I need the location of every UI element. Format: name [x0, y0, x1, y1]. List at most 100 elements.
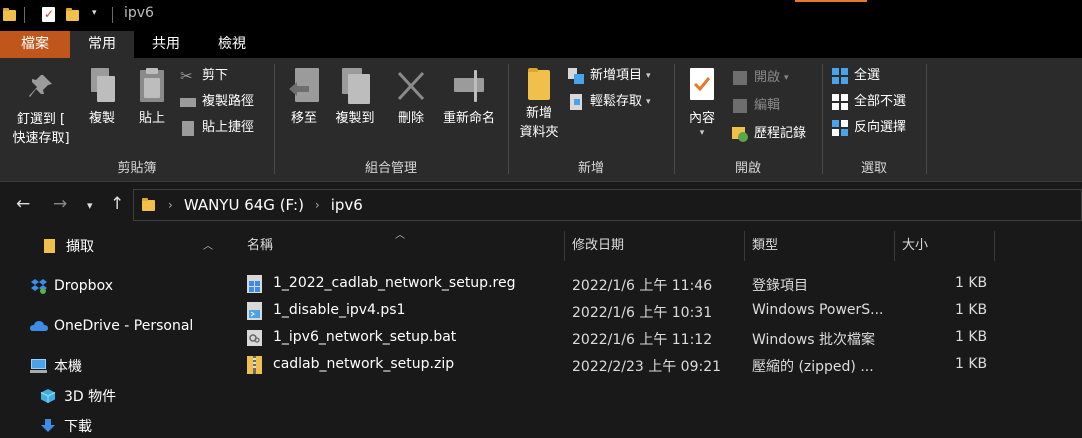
- download-icon: [40, 418, 56, 434]
- tab-share[interactable]: 共用: [134, 31, 198, 58]
- column-header-type[interactable]: 類型: [752, 235, 892, 261]
- file-name[interactable]: 1_disable_ipv4.ps1: [273, 302, 405, 318]
- open-button[interactable]: 開啟 ▾: [732, 67, 789, 89]
- copy-to-button[interactable]: 複製到: [330, 68, 380, 128]
- move-to-button[interactable]: 移至: [284, 68, 324, 128]
- file-name[interactable]: cadlab_network_setup.zip: [273, 356, 454, 372]
- breadcrumb-chevron-icon[interactable]: ›: [168, 198, 173, 212]
- group-label-select: 選取: [860, 161, 887, 176]
- paste-button[interactable]: 貼上: [130, 68, 174, 128]
- file-type: Windows PowerS...: [752, 302, 884, 318]
- column-header-date[interactable]: 修改日期: [572, 235, 742, 261]
- pin-label-line1: 釘選到 [: [16, 112, 66, 127]
- customize-qat-icon[interactable]: ▾: [92, 8, 97, 18]
- file-size: 1 KB: [955, 275, 988, 291]
- computer-icon: [30, 358, 47, 374]
- nav-item-capture[interactable]: 擷取: [42, 233, 94, 259]
- nav-item-label: 本機: [54, 359, 82, 375]
- new-folder-qat-icon[interactable]: [66, 6, 79, 24]
- nav-item-onedrive[interactable]: OneDrive - Personal: [30, 313, 193, 339]
- group-divider: [926, 64, 927, 174]
- properties-button[interactable]: 內容 ▾: [680, 68, 724, 138]
- copy-to-label: 複製到: [335, 111, 375, 126]
- file-size: 1 KB: [955, 329, 988, 345]
- easy-access-icon: [568, 94, 584, 110]
- file-name[interactable]: 1_2022_cadlab_network_setup.reg: [273, 275, 515, 291]
- nav-item-dropbox[interactable]: Dropbox: [30, 273, 113, 299]
- file-date: 2022/2/23 上午 09:21: [572, 359, 722, 375]
- new-folder-label-line2: 資料夾: [519, 125, 559, 140]
- collapse-chevron-icon[interactable]: ︿: [203, 237, 213, 252]
- copy-to-icon: [340, 68, 370, 104]
- paste-shortcut-label: 貼上捷徑: [202, 120, 255, 135]
- edit-label: 編輯: [754, 98, 781, 113]
- select-all-label: 全選: [854, 68, 881, 83]
- chevron-down-icon: ▾: [784, 73, 789, 83]
- properties-qat-icon[interactable]: ✓: [42, 7, 55, 22]
- file-row[interactable]: cadlab_network_setup.zip 2022/2/23 上午 09…: [243, 352, 1003, 378]
- file-size: 1 KB: [955, 356, 988, 372]
- select-none-icon: [832, 94, 848, 110]
- copy-button[interactable]: 複製: [80, 68, 124, 128]
- file-row[interactable]: 1_disable_ipv4.ps1 2022/1/6 上午 10:31 Win…: [243, 298, 1003, 324]
- easy-access-button[interactable]: 輕鬆存取 ▾: [568, 91, 651, 113]
- invert-selection-button[interactable]: 反向選擇: [832, 117, 906, 139]
- qat-divider: [24, 7, 25, 23]
- nav-item-3d-objects[interactable]: 3D 物件: [40, 383, 116, 409]
- select-all-button[interactable]: 全選: [832, 65, 880, 87]
- paste-shortcut-button[interactable]: 貼上捷徑: [180, 117, 254, 139]
- tab-home[interactable]: 常用: [70, 31, 134, 58]
- file-row[interactable]: 1_ipv6_network_setup.bat 2022/1/6 上午 11:…: [243, 325, 1003, 351]
- file-row[interactable]: 1_2022_cadlab_network_setup.reg 2022/1/6…: [243, 271, 1003, 297]
- pin-quick-access-button[interactable]: 釘選到 [ 快速存取]: [6, 72, 76, 148]
- select-none-button[interactable]: 全部不選: [832, 91, 906, 113]
- delete-button[interactable]: 刪除: [390, 68, 432, 128]
- tab-view[interactable]: 檢視: [198, 31, 266, 58]
- column-header-name[interactable]: 名稱: [247, 235, 563, 261]
- nav-item-label: Dropbox: [54, 278, 113, 294]
- nav-item-label: 3D 物件: [64, 389, 117, 405]
- move-to-label: 移至: [290, 111, 317, 126]
- column-header-size[interactable]: 大小: [902, 235, 992, 261]
- file-name[interactable]: 1_ipv6_network_setup.bat: [273, 329, 456, 345]
- file-date: 2022/1/6 上午 11:12: [572, 332, 713, 348]
- cut-button[interactable]: ✂ 剪下: [180, 65, 228, 87]
- dropbox-icon: [30, 278, 47, 294]
- breadcrumb-chevron-icon[interactable]: ›: [315, 198, 320, 212]
- recent-locations-chevron-icon[interactable]: ▾: [87, 196, 93, 216]
- edit-icon: [732, 98, 748, 114]
- title-accent: [795, 0, 867, 2]
- forward-arrow-icon[interactable]: →: [53, 194, 67, 214]
- onedrive-icon: [30, 318, 48, 334]
- address-bar[interactable]: › WANYU 64G (F:) › ipv6: [133, 189, 1082, 221]
- breadcrumb-folder[interactable]: ipv6: [331, 196, 363, 214]
- back-arrow-icon[interactable]: ←: [16, 194, 30, 214]
- open-icon: [732, 70, 748, 86]
- navigation-pane: ︿ 擷取 Dropbox OneDrive - Personal 本機 3D 物…: [0, 227, 221, 438]
- column-divider[interactable]: [894, 231, 895, 261]
- scissors-icon: ✂: [180, 67, 193, 85]
- column-divider[interactable]: [744, 231, 745, 261]
- edit-button[interactable]: 編輯: [732, 95, 780, 117]
- 3d-objects-icon: [40, 388, 56, 404]
- new-folder-button[interactable]: 新增 資料夾: [514, 68, 564, 142]
- paste-label: 貼上: [138, 111, 165, 126]
- nav-item-downloads[interactable]: 下載: [40, 413, 92, 438]
- rename-button[interactable]: 重新命名: [436, 68, 502, 128]
- breadcrumb-drive[interactable]: WANYU 64G (F:): [184, 196, 304, 214]
- up-arrow-icon[interactable]: ↑: [110, 194, 124, 214]
- column-divider[interactable]: [994, 231, 995, 261]
- file-date: 2022/1/6 上午 11:46: [572, 278, 713, 294]
- tab-file[interactable]: 檔案: [0, 31, 70, 58]
- new-folder-icon: [526, 68, 552, 102]
- nav-item-label: OneDrive - Personal: [54, 318, 194, 334]
- window-folder-icon[interactable]: [3, 6, 16, 24]
- ribbon-tabs: 檔案 常用 共用 檢視: [0, 31, 1082, 58]
- easy-access-label: 輕鬆存取: [590, 94, 643, 109]
- copy-path-button[interactable]: 複製路徑: [180, 91, 254, 113]
- column-divider[interactable]: [564, 231, 565, 261]
- ribbon: 釘選到 [ 快速存取] 複製 貼上 ✂ 剪下 複製路徑 貼上捷徑 剪貼簿 移至 …: [0, 58, 1082, 182]
- nav-item-this-pc[interactable]: 本機: [30, 353, 82, 379]
- new-item-button[interactable]: 新增項目 ▾: [568, 65, 651, 87]
- history-button[interactable]: 歷程記錄: [732, 123, 806, 145]
